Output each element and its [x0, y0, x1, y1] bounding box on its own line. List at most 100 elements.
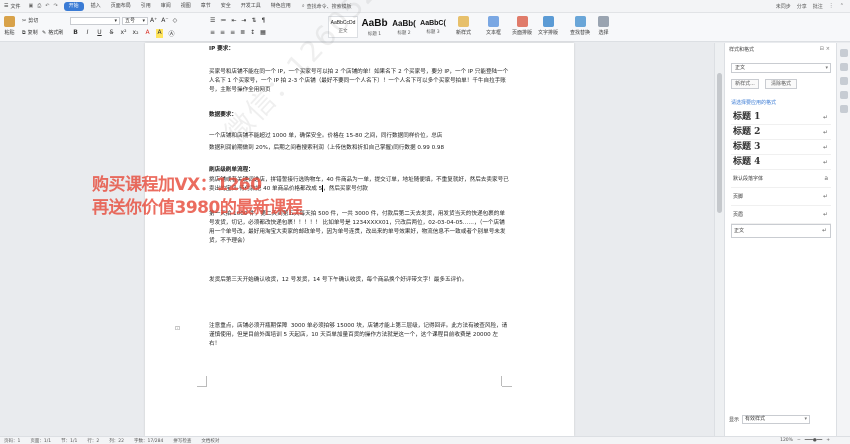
style-list-item-heading-3[interactable]: 标题 3 ↵	[731, 140, 831, 155]
print-icon[interactable]: ⎙	[37, 3, 41, 9]
text-box-icon	[488, 16, 499, 27]
new-style-panel-button[interactable]: 新样式...	[731, 79, 759, 89]
style-list-item-heading-2[interactable]: 标题 2 ↵	[731, 125, 831, 140]
style-list-item-footer[interactable]: 页脚 ↵	[731, 188, 831, 206]
scrollbar-thumb[interactable]	[717, 73, 722, 213]
text-tools-button[interactable]: 文字排版	[538, 16, 558, 36]
cut-button[interactable]: ✂ 剪切	[22, 17, 38, 25]
document-page[interactable]: IP 要求： 买家号和店铺不能在同一个 IP，一个买家号可以拍 2 个店铺的单！…	[145, 43, 574, 436]
zoom-level[interactable]: 120%	[780, 438, 793, 443]
collapse-ribbon-icon[interactable]: ⌃	[840, 3, 844, 9]
tab-view[interactable]: 视图	[176, 0, 196, 13]
properties-rail-icon[interactable]	[839, 77, 848, 85]
shrink-font-icon[interactable]: A⁻	[161, 17, 168, 24]
find-replace-button[interactable]: 查找替换	[570, 16, 590, 36]
shading-icon[interactable]: ▦	[260, 29, 266, 36]
tab-references[interactable]: 引用	[136, 0, 156, 13]
status-word-count[interactable]: 字数：17/284	[134, 438, 163, 444]
style-heading-3[interactable]: AaBbC( 标题 3	[419, 16, 447, 38]
page-layout-button[interactable]: 页面排版	[512, 16, 532, 36]
scissors-icon: ✂	[22, 17, 27, 24]
style-list-item-normal[interactable]: 正文 ↵	[731, 224, 831, 238]
undo-icon[interactable]: ↶	[45, 3, 49, 9]
style-list-item-default-font[interactable]: 默认段落字体 a	[731, 170, 831, 188]
select-rail-icon[interactable]	[839, 63, 848, 71]
text-box-button[interactable]: 文本框	[486, 16, 501, 36]
new-style-button[interactable]: 新样式	[456, 16, 471, 36]
indent-icon[interactable]: ⇥	[241, 17, 246, 24]
highlight-icon[interactable]: A	[156, 29, 163, 38]
paragraph-mark-icon: ↵	[822, 114, 828, 121]
tab-security[interactable]: 安全	[216, 0, 236, 13]
numbered-list-icon[interactable]: ≔	[220, 17, 226, 24]
file-menu[interactable]: ☰ 文件	[0, 3, 25, 10]
spell-check-toggle[interactable]: 拼写检查	[173, 438, 191, 444]
sync-status[interactable]: 未同步	[776, 3, 791, 10]
underline-icon[interactable]: U	[96, 29, 103, 38]
style-heading-2[interactable]: AaBb( 标题 2	[390, 16, 418, 38]
zoom-slider[interactable]: ━━━●━━	[805, 438, 822, 443]
font-color-icon[interactable]: A	[144, 29, 151, 38]
strikethrough-icon[interactable]: S̶	[108, 29, 115, 38]
char-border-icon[interactable]: Ⓐ	[168, 29, 175, 38]
current-style-select[interactable]: 正文 ▾	[731, 63, 831, 73]
show-marks-icon[interactable]: ¶	[261, 17, 265, 24]
italic-icon[interactable]: I	[84, 29, 91, 38]
show-styles-select[interactable]: 有效样式 ▾	[742, 415, 811, 424]
align-left-icon[interactable]: ≡	[210, 29, 215, 36]
zoom-out-icon[interactable]: −	[797, 438, 801, 443]
tab-home[interactable]: 开始	[63, 1, 84, 11]
settings-rail-icon[interactable]	[839, 105, 848, 113]
align-center-icon[interactable]: ≡	[220, 29, 225, 36]
tab-review[interactable]: 审阅	[156, 0, 176, 13]
status-page-number[interactable]: 页码：1	[4, 438, 20, 444]
paste-button[interactable]: 粘贴	[4, 16, 15, 36]
paragraph-handle-icon[interactable]: ⊡	[175, 325, 180, 332]
format-painter-button[interactable]: ✎ 格式刷	[42, 29, 63, 37]
zoom-in-icon[interactable]: +	[826, 438, 830, 443]
redo-icon[interactable]: ↷	[53, 3, 57, 9]
title-right-actions: 未同步 分享 批注 ⋮ ⌃	[776, 3, 850, 10]
bold-icon[interactable]: B	[72, 29, 79, 38]
page-margin-corner	[197, 386, 207, 387]
justify-icon[interactable]: ≣	[240, 29, 245, 36]
page-margin-corner	[197, 376, 207, 386]
navigation-rail-icon[interactable]	[839, 91, 848, 99]
clear-format-button[interactable]: 清除格式	[765, 79, 797, 89]
style-list-item-heading-1[interactable]: 标题 1 ↵	[731, 110, 831, 125]
save-icon[interactable]: ▣	[29, 3, 34, 9]
file-menu-label: 文件	[10, 3, 21, 10]
line-spacing-icon[interactable]: ↕	[250, 29, 255, 36]
superscript-icon[interactable]: x²	[120, 29, 127, 38]
tab-developer[interactable]: 开发工具	[236, 0, 266, 13]
style-label: 标题 4	[733, 157, 761, 167]
vertical-scrollbar[interactable]	[714, 43, 724, 436]
tab-page-layout[interactable]: 页面布局	[106, 0, 136, 13]
tab-special[interactable]: 特色应用	[266, 0, 296, 13]
subscript-icon[interactable]: x₂	[132, 29, 139, 38]
grow-font-icon[interactable]: A⁺	[150, 17, 157, 24]
select-button[interactable]: 选择	[598, 16, 609, 36]
close-icon[interactable]: ×	[826, 46, 832, 52]
comment-button[interactable]: 批注	[813, 3, 823, 10]
style-list-item-heading-4[interactable]: 标题 4 ↵	[731, 155, 831, 170]
styles-panel: 样式和格式 ⊟× 正文 ▾ 新样式... 清除格式 请选择要应用的格式 标题 1…	[724, 43, 836, 436]
styles-rail-icon[interactable]	[839, 49, 848, 57]
font-size-select[interactable]: 五号 ▾	[122, 17, 148, 25]
page-margin-corner	[502, 386, 512, 387]
doc-proofread-button[interactable]: 文档校对	[201, 438, 219, 444]
align-right-icon[interactable]: ≡	[230, 29, 235, 36]
font-name-select[interactable]: ▾	[70, 17, 120, 25]
copy-button[interactable]: ⧉ 复制	[22, 29, 38, 37]
sort-icon[interactable]: ⇅	[251, 17, 256, 24]
style-list-item-header[interactable]: 页眉 ↵	[731, 206, 831, 224]
tab-insert[interactable]: 插入	[86, 0, 106, 13]
paragraph-data-line2: 数据利润前期做到 20%，后期之间看搜索利润（上传信数和折扣自己掌握)同行数据 …	[209, 145, 445, 151]
outdent-icon[interactable]: ⇤	[231, 17, 236, 24]
more-icon[interactable]: ⋮	[829, 3, 834, 9]
tab-chapter[interactable]: 章节	[196, 0, 216, 13]
bullet-list-icon[interactable]: ☰	[210, 17, 215, 24]
clear-format-icon[interactable]: ◇	[173, 17, 178, 24]
document-canvas[interactable]: IP 要求： 买家号和店铺不能在同一个 IP，一个买家号可以拍 2 个店铺的单！…	[0, 0, 724, 436]
share-button[interactable]: 分享	[797, 3, 807, 10]
